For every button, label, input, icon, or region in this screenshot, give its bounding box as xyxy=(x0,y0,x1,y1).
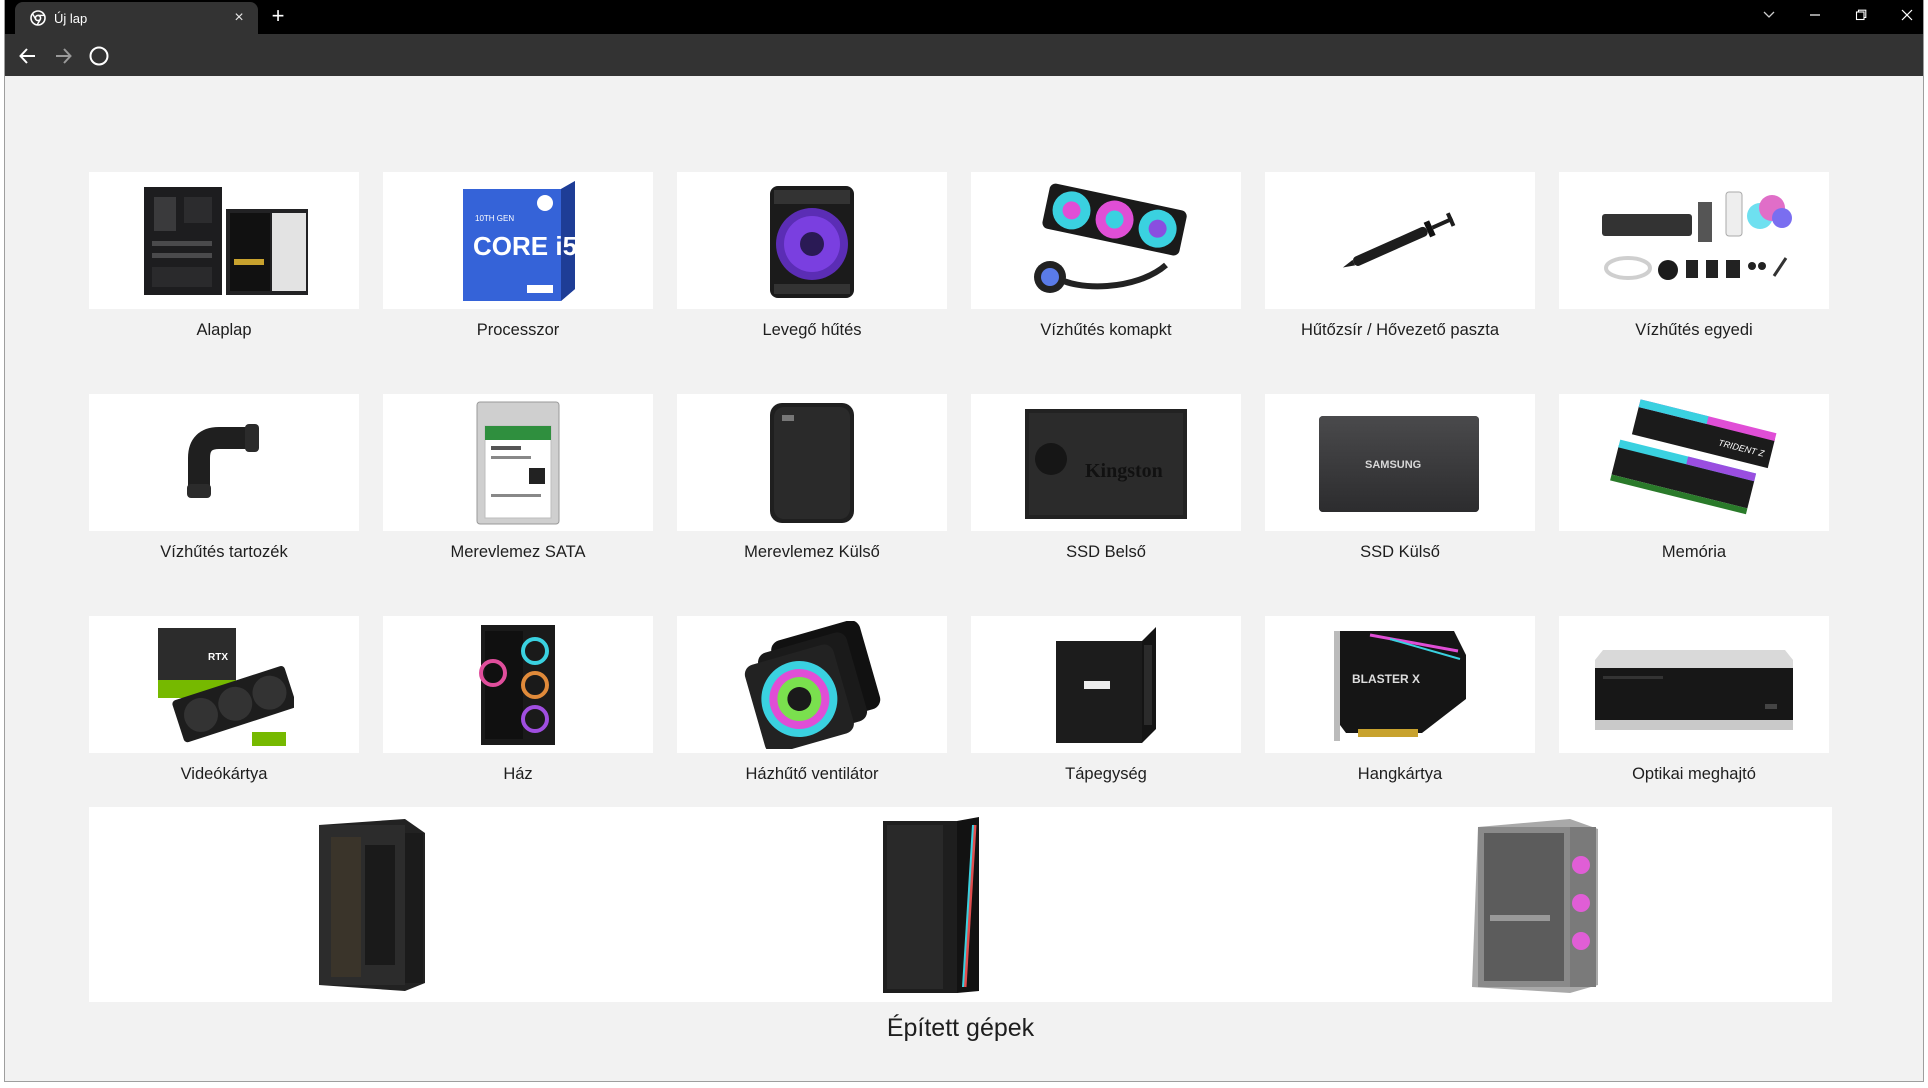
gpu-brand-text: RTX xyxy=(208,652,228,663)
category-tile[interactable]: Kingston SSD Belső xyxy=(971,394,1241,562)
category-tile[interactable]: Vízhűtés tartozék xyxy=(89,394,359,562)
motherboard-icon xyxy=(89,172,359,309)
category-label: Videókártya xyxy=(180,765,268,783)
built-pc-image xyxy=(1464,815,1604,1000)
ssd-icon: Kingston xyxy=(971,394,1241,531)
close-window-icon[interactable] xyxy=(1884,0,1923,30)
category-label: Merevlemez SATA xyxy=(450,543,586,561)
category-label: Hűtőzsír / Hővezető paszta xyxy=(1300,321,1500,339)
category-label: SSD Belső xyxy=(1066,543,1146,561)
category-label: Vízhűtés tartozék xyxy=(160,543,288,561)
category-label: Vízhűtés komapkt xyxy=(1040,321,1172,339)
close-tab-icon[interactable]: × xyxy=(230,9,248,27)
browser-window: Új lap × + Alaplap 10TH GEN CORE i5 Proc… xyxy=(4,0,1924,1082)
category-tile[interactable]: Alaplap xyxy=(89,172,359,340)
page-content: Alaplap 10TH GEN CORE i5 Processzor Leve… xyxy=(5,76,1923,1081)
new-tab-button[interactable]: + xyxy=(267,5,289,28)
built-pc-image xyxy=(309,815,429,996)
external-ssd-icon: SAMSUNG xyxy=(1265,394,1535,531)
category-label: Tápegység xyxy=(1065,765,1147,783)
gpu-icon: RTX xyxy=(89,616,359,753)
category-label: SSD Külső xyxy=(1360,543,1440,561)
category-tile[interactable]: Vízhűtés komapkt xyxy=(971,172,1241,340)
browser-tab[interactable]: Új lap × xyxy=(15,2,258,34)
case-icon xyxy=(383,616,653,753)
restore-icon[interactable] xyxy=(1838,0,1884,30)
category-label: Hangkártya xyxy=(1357,765,1443,783)
category-tile[interactable]: TRIDENT Z Memória xyxy=(1559,394,1829,562)
category-tile[interactable]: Levegő hűtés xyxy=(677,172,947,340)
category-tile[interactable]: BLASTER X Hangkártya xyxy=(1265,616,1535,784)
category-tile[interactable]: Merevlemez Külső xyxy=(677,394,947,562)
aio-cooler-icon xyxy=(971,172,1241,309)
tab-search-icon[interactable] xyxy=(1746,0,1792,30)
custom-loop-icon xyxy=(1559,172,1829,309)
hdd-icon xyxy=(383,394,653,531)
category-tile[interactable]: Hűtőzsír / Hővezető paszta xyxy=(1265,172,1535,340)
title-bar: Új lap × + xyxy=(5,0,1923,34)
category-tile[interactable]: Ház xyxy=(383,616,653,784)
built-pcs-panel[interactable] xyxy=(89,807,1832,1002)
category-label: Házhűtő ventilátor xyxy=(745,765,879,783)
category-tile[interactable]: Vízhűtés egyedi xyxy=(1559,172,1829,340)
pc-case-rgb-strip-icon xyxy=(883,817,979,993)
category-label: Merevlemez Külső xyxy=(744,543,880,561)
category-label: Ház xyxy=(503,765,533,783)
category-tile[interactable]: 10TH GEN CORE i5 Processzor xyxy=(383,172,653,340)
category-tile[interactable]: Házhűtő ventilátor xyxy=(677,616,947,784)
cpu-brand-text: CORE i5 xyxy=(473,231,577,261)
cpu-gen-text: 10TH GEN xyxy=(475,214,514,223)
external-hdd-icon xyxy=(677,394,947,531)
category-tile[interactable]: Optikai meghajtó xyxy=(1559,616,1829,784)
sound-brand-text: BLASTER X xyxy=(1352,672,1420,686)
category-label: Vízhűtés egyedi xyxy=(1635,321,1753,339)
ram-icon: TRIDENT Z xyxy=(1559,394,1829,531)
ssd-brand-text: Kingston xyxy=(1085,460,1163,482)
category-label: Processzor xyxy=(476,321,560,339)
chrome-icon xyxy=(30,10,46,26)
cpu-box-icon: 10TH GEN CORE i5 xyxy=(383,172,653,309)
category-label: Alaplap xyxy=(196,321,252,339)
back-icon[interactable] xyxy=(15,43,41,69)
optical-drive-icon xyxy=(1559,616,1829,753)
pc-case-tuf-icon xyxy=(319,819,425,991)
built-pc-image xyxy=(879,815,983,1000)
category-tile[interactable]: Tápegység xyxy=(971,616,1241,784)
category-tile[interactable]: Merevlemez SATA xyxy=(383,394,653,562)
psu-icon xyxy=(971,616,1241,753)
sound-card-icon: BLASTER X xyxy=(1265,616,1535,753)
category-tile[interactable]: RTX Videókártya xyxy=(89,616,359,784)
tab-title: Új lap xyxy=(54,10,88,26)
ext-ssd-brand-text: SAMSUNG xyxy=(1365,459,1421,471)
category-tile[interactable]: SAMSUNG SSD Külső xyxy=(1265,394,1535,562)
forward-icon[interactable] xyxy=(50,43,76,69)
air-cooler-icon xyxy=(677,172,947,309)
fan-icon xyxy=(677,616,947,753)
category-label: Memória xyxy=(1661,543,1727,561)
category-label: Levegő hűtés xyxy=(762,321,862,339)
pc-case-glass-icon xyxy=(1472,819,1598,993)
browser-toolbar xyxy=(5,34,1923,76)
category-label: Optikai meghajtó xyxy=(1632,765,1756,783)
reload-icon[interactable] xyxy=(86,43,112,69)
built-pcs-label[interactable]: Épített gépek xyxy=(89,1014,1832,1043)
fitting-icon xyxy=(89,394,359,531)
minimize-icon[interactable] xyxy=(1792,0,1838,30)
thermal-paste-icon xyxy=(1265,172,1535,309)
